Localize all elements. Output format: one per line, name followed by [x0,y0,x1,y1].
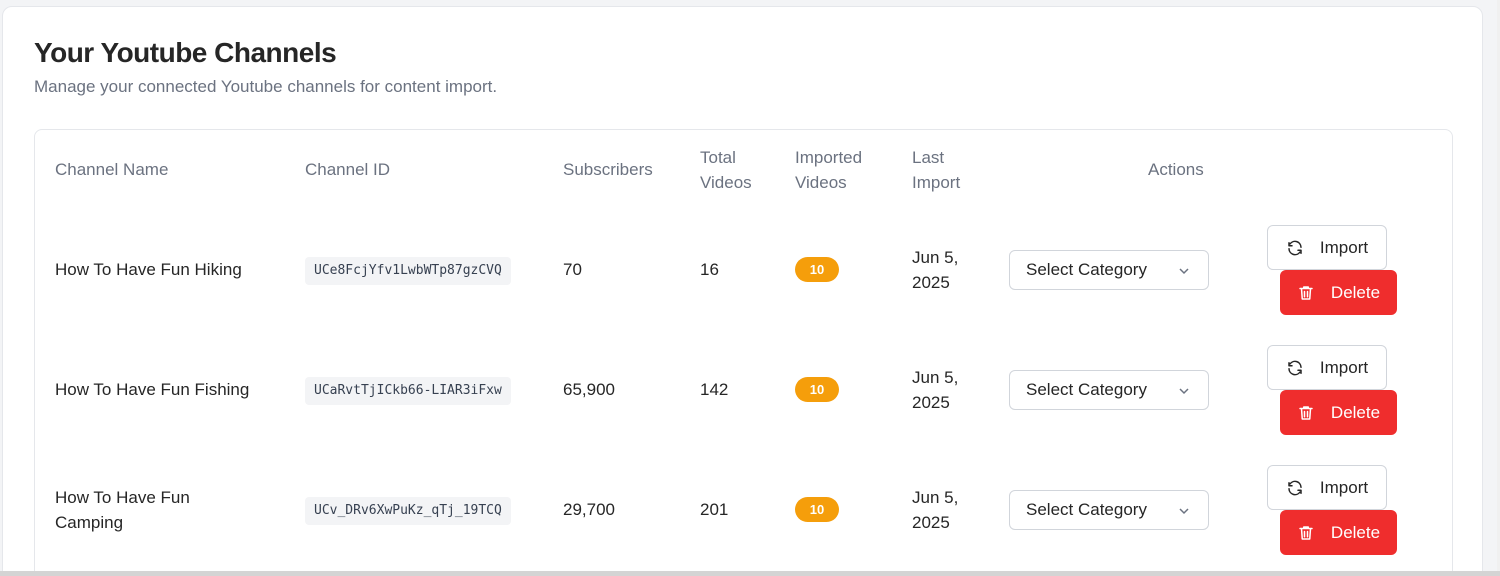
delete-button-label: Delete [1330,522,1381,542]
channel-name: How To Have Fun Hiking [55,260,242,279]
header-last-import: Last Import [912,145,960,195]
page-title: Your Youtube Channels [34,37,337,68]
channel-id-code: UCaRvtTjICkb66-LIAR3iFxw [305,377,511,405]
import-button-label: Import [1319,357,1369,377]
chevron-down-icon [1179,508,1189,515]
delete-button[interactable]: Delete [1280,510,1397,555]
total-videos-count: 16 [700,260,719,279]
import-button[interactable]: Import [1267,225,1387,270]
category-select[interactable]: Select Category [1009,250,1209,290]
header-channel-id: Channel ID [305,160,391,179]
delete-button-label: Delete [1330,282,1381,302]
imported-videos-badge: 10 [795,497,839,522]
subscribers-count: 70 [563,260,582,279]
last-import-date-line1: Jun 5, [912,248,959,267]
category-select-value: Select Category [1026,260,1147,279]
header-imported-videos-line2: Videos [795,173,847,192]
header-total-videos-line2: Videos [700,173,752,192]
category-select-value: Select Category [1026,380,1147,399]
header-actions: Actions [1148,160,1204,179]
channels-table: Channel Name Channel ID Subscribers Tota… [34,129,1453,576]
category-select-value: Select Category [1026,500,1147,519]
trash-icon [1299,405,1313,420]
header-last-import-line1: Last [912,148,945,167]
channel-name: How To Have Fun Camping [55,485,190,535]
channel-id-code: UCe8FcjYfv1LwbWTp87gzCVQ [305,257,511,285]
last-import-date: Jun 5, 2025 [912,485,958,535]
last-import-date-line2: 2025 [912,393,950,412]
channel-name: How To Have Fun Fishing [55,380,250,399]
delete-button[interactable]: Delete [1280,270,1397,315]
channel-name-line1: How To Have Fun [55,488,190,507]
header-channel-name: Channel Name [55,160,169,179]
imported-videos-badge: 10 [795,377,839,402]
import-button-label: Import [1319,237,1369,257]
chevron-down-icon [1179,388,1189,395]
chevron-down-icon [1179,268,1189,275]
total-videos-count: 201 [700,500,729,519]
horizontal-scrollbar[interactable] [0,571,1500,576]
refresh-icon [1288,480,1302,495]
total-videos-count: 142 [700,380,729,399]
last-import-date: Jun 5, 2025 [912,245,958,295]
refresh-icon [1288,240,1302,255]
trash-icon [1299,285,1313,300]
category-select[interactable]: Select Category [1009,370,1209,410]
channel-name-line2: Camping [55,513,124,532]
last-import-date-line1: Jun 5, [912,488,959,507]
import-button-label: Import [1319,477,1369,497]
header-total-videos: Total Videos [700,145,752,195]
subscribers-count: 29,700 [563,500,615,519]
header-total-videos-line1: Total [700,148,736,167]
refresh-icon [1288,360,1302,375]
channel-id-code: UCv_DRv6XwPuKz_qTj_19TCQ [305,497,511,525]
trash-icon [1299,525,1313,540]
category-select[interactable]: Select Category [1009,490,1209,530]
page-subtitle: Manage your connected Youtube channels f… [34,77,498,96]
header-subscribers: Subscribers [563,160,653,179]
last-import-date: Jun 5, 2025 [912,365,958,415]
last-import-date-line2: 2025 [912,513,950,532]
subscribers-count: 65,900 [563,380,615,399]
header-imported-videos: Imported Videos [795,145,862,195]
delete-button[interactable]: Delete [1280,390,1397,435]
last-import-date-line2: 2025 [912,273,950,292]
channels-card: Your Youtube Channels Manage your connec… [2,6,1483,576]
delete-button-label: Delete [1330,402,1381,422]
header-imported-videos-line1: Imported [795,148,863,167]
header-last-import-line2: Import [912,173,961,192]
import-button[interactable]: Import [1267,345,1387,390]
last-import-date-line1: Jun 5, [912,368,959,387]
import-button[interactable]: Import [1267,465,1387,510]
imported-videos-badge: 10 [795,257,839,282]
